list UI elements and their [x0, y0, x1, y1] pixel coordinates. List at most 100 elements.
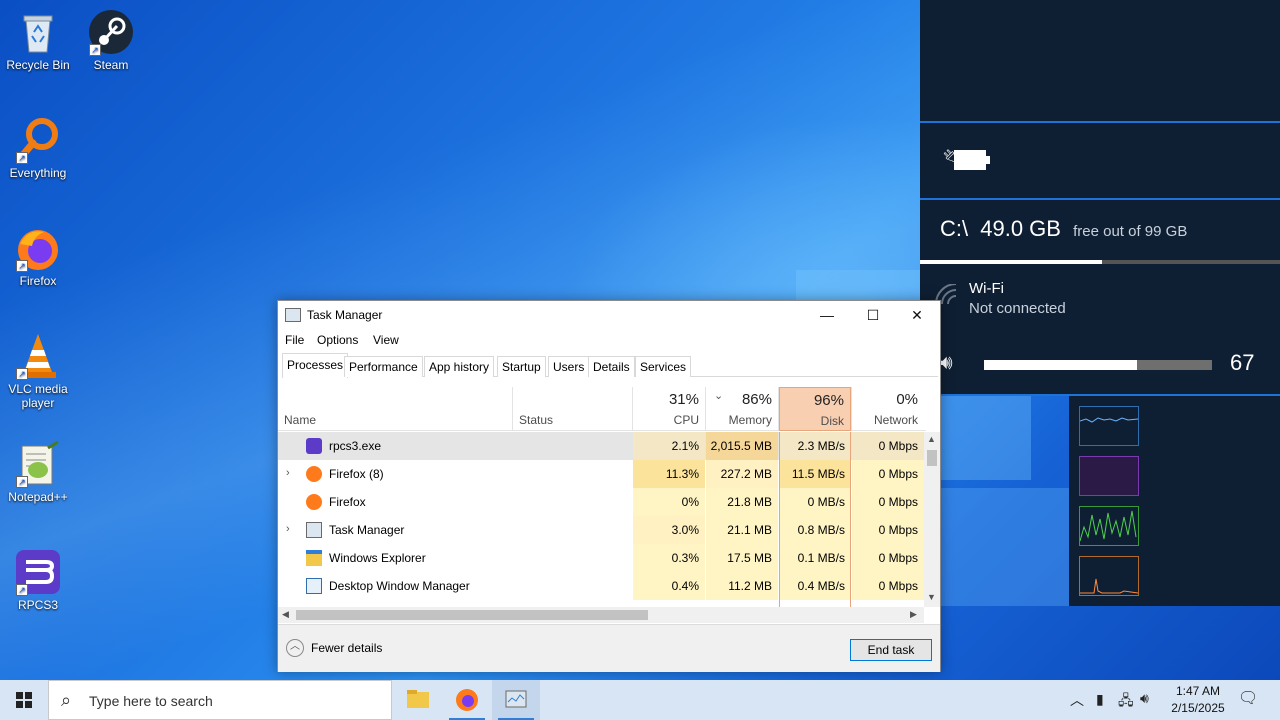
taskbar: ⌕ Type here to search ︿ ▮ 🖧︎ 🔊︎ 1:47 AM …: [0, 680, 1280, 720]
menu-view[interactable]: View: [373, 333, 399, 347]
tab-startup[interactable]: Startup: [497, 356, 546, 377]
tab-users[interactable]: Users: [548, 356, 590, 377]
disk-total-percent: 96%: [813, 392, 844, 409]
cpu-cell: 3.0%: [633, 516, 705, 544]
scroll-left-icon[interactable]: ◀: [282, 609, 289, 620]
divider: [920, 121, 1280, 123]
maximize-button[interactable]: ☐: [850, 301, 896, 329]
tab-app-history[interactable]: App history: [424, 356, 495, 377]
shortcut-arrow-icon: ↗: [16, 368, 28, 380]
menu-file[interactable]: File: [285, 333, 304, 347]
desktop-icon-vlc[interactable]: ↗ VLC media player: [0, 332, 76, 410]
network-icon[interactable]: 🖧︎: [1118, 690, 1134, 720]
drive-free-space: 49.0 GB: [980, 216, 1061, 241]
sort-chevron-icon: ⌄: [714, 390, 724, 402]
expand-chevron-icon[interactable]: ›: [286, 467, 290, 479]
minimize-button[interactable]: —: [804, 301, 850, 329]
close-button[interactable]: ✕: [894, 301, 940, 329]
performance-graphs-panel: [1069, 396, 1280, 606]
column-status-label: Status: [519, 413, 554, 427]
process-list: rpcs3.exe 2.1% 2,015.5 MB 2.3 MB/s 0 Mbp…: [278, 432, 930, 607]
column-header-disk[interactable]: 96% Disk: [779, 387, 851, 431]
cpu-cell: 0%: [633, 488, 705, 516]
shortcut-arrow-icon: ↗: [16, 260, 28, 272]
usb-device-icon[interactable]: ▮: [1096, 691, 1104, 720]
column-header-cpu[interactable]: 31% CPU: [633, 387, 705, 431]
everything-search-icon: ↗: [14, 116, 62, 164]
task-manager-window[interactable]: Task Manager — ☐ ✕ File Options View Pro…: [277, 300, 941, 672]
chevron-up-icon[interactable]: ︿: [1070, 690, 1084, 720]
horizontal-scrollbar[interactable]: ◀ ▶: [278, 607, 924, 623]
clock[interactable]: 1:47 AM 2/15/2025: [1160, 683, 1236, 717]
clock-time: 1:47 AM: [1175, 684, 1221, 698]
column-header-status[interactable]: Status: [513, 387, 632, 431]
volume-icon[interactable]: 🔊︎: [1140, 690, 1149, 720]
taskbar-task-manager[interactable]: [492, 680, 540, 720]
desktop-icon-label: RPCS3: [17, 598, 58, 612]
speaker-icon: 🔊︎: [940, 352, 953, 374]
recycle-bin-icon: [14, 8, 62, 56]
drive-usage-bar: [920, 260, 1280, 264]
taskbar-file-explorer[interactable]: [394, 680, 442, 720]
column-header-name[interactable]: Name: [278, 387, 512, 431]
scroll-thumb[interactable]: [927, 450, 937, 466]
volume-slider[interactable]: [984, 360, 1212, 370]
vertical-scrollbar[interactable]: ▲ ▼: [924, 432, 940, 607]
clock-date: 2/15/2025: [1171, 701, 1225, 715]
drive-caption: free out of 99 GB: [1073, 223, 1188, 240]
memory-total-percent: 86%: [741, 391, 772, 408]
cpu-cell: 0.3%: [633, 544, 705, 572]
desktop-icon-label: Firefox: [19, 274, 57, 288]
cpu-label: CPU: [673, 413, 699, 427]
wifi-connection-status: Not connected: [969, 300, 1066, 317]
scroll-thumb[interactable]: [296, 610, 648, 620]
memory-cell: 21.8 MB: [706, 488, 778, 516]
task-manager-process-icon: [306, 522, 322, 538]
scroll-right-icon[interactable]: ▶: [910, 609, 917, 620]
volume-control[interactable]: 🔊︎ 67: [940, 350, 1270, 380]
scroll-down-icon[interactable]: ▼: [927, 592, 936, 602]
folder-icon: [306, 550, 322, 566]
process-name: Task Manager: [329, 523, 405, 537]
tab-details[interactable]: Details: [588, 356, 635, 377]
rpcs3-process-icon: [306, 438, 322, 454]
network-mini-graph: [1079, 556, 1139, 596]
tab-processes[interactable]: Processes: [282, 353, 349, 378]
menu-options[interactable]: Options: [317, 333, 358, 347]
window-manager-icon: [306, 578, 322, 594]
network-cell: 0 Mbps: [852, 572, 924, 600]
desktop-icon-notepadpp[interactable]: ↗ Notepad++: [0, 440, 76, 504]
column-name-label: Name: [284, 413, 317, 427]
desktop-icon-recycle-bin[interactable]: Recycle Bin: [0, 8, 76, 72]
network-label: Network: [873, 413, 918, 427]
wallpaper-logo-pane: [796, 270, 920, 300]
column-header-network[interactable]: 0% Network: [852, 387, 924, 431]
firefox-icon: ↗: [14, 224, 62, 272]
tab-services[interactable]: Services: [635, 356, 692, 377]
notification-center-icon[interactable]: 🗨︎: [1238, 688, 1258, 720]
chevron-up-icon[interactable]: ︿: [286, 639, 304, 657]
search-box[interactable]: ⌕ Type here to search: [48, 680, 392, 720]
steam-icon: ↗: [87, 8, 135, 56]
drive-usage: C:\ 49.0 GB free out of 99 GB: [940, 216, 1187, 242]
start-button[interactable]: [0, 680, 48, 720]
tab-performance[interactable]: Performance: [344, 356, 423, 377]
desktop-icon-label: Recycle Bin: [6, 58, 70, 72]
drive-letter: C:\: [940, 216, 969, 241]
fewer-details-link[interactable]: Fewer details: [311, 641, 382, 655]
shortcut-arrow-icon: ↗: [16, 584, 28, 596]
scroll-up-icon[interactable]: ▲: [927, 434, 936, 444]
title-bar[interactable]: Task Manager — ☐ ✕: [278, 301, 940, 329]
network-cell: 0 Mbps: [852, 432, 924, 460]
disk-column-border: [779, 432, 851, 607]
desktop-icon-steam[interactable]: ↗ Steam: [73, 8, 149, 72]
shortcut-arrow-icon: ↗: [16, 152, 28, 164]
desktop-icon-everything[interactable]: ↗ Everything: [0, 116, 76, 180]
system-monitor-panel: 🔌︎ C:\ 49.0 GB free out of 99 GB Wi-Fi N…: [920, 0, 1280, 396]
expand-chevron-icon[interactable]: ›: [286, 523, 290, 535]
end-task-button[interactable]: End task: [850, 639, 932, 661]
taskbar-firefox[interactable]: [443, 680, 491, 720]
column-header-memory[interactable]: ⌄ 86% Memory: [706, 387, 778, 431]
desktop-icon-rpcs3[interactable]: ↗ RPCS3: [0, 548, 76, 612]
desktop-icon-firefox[interactable]: ↗ Firefox: [0, 224, 76, 288]
